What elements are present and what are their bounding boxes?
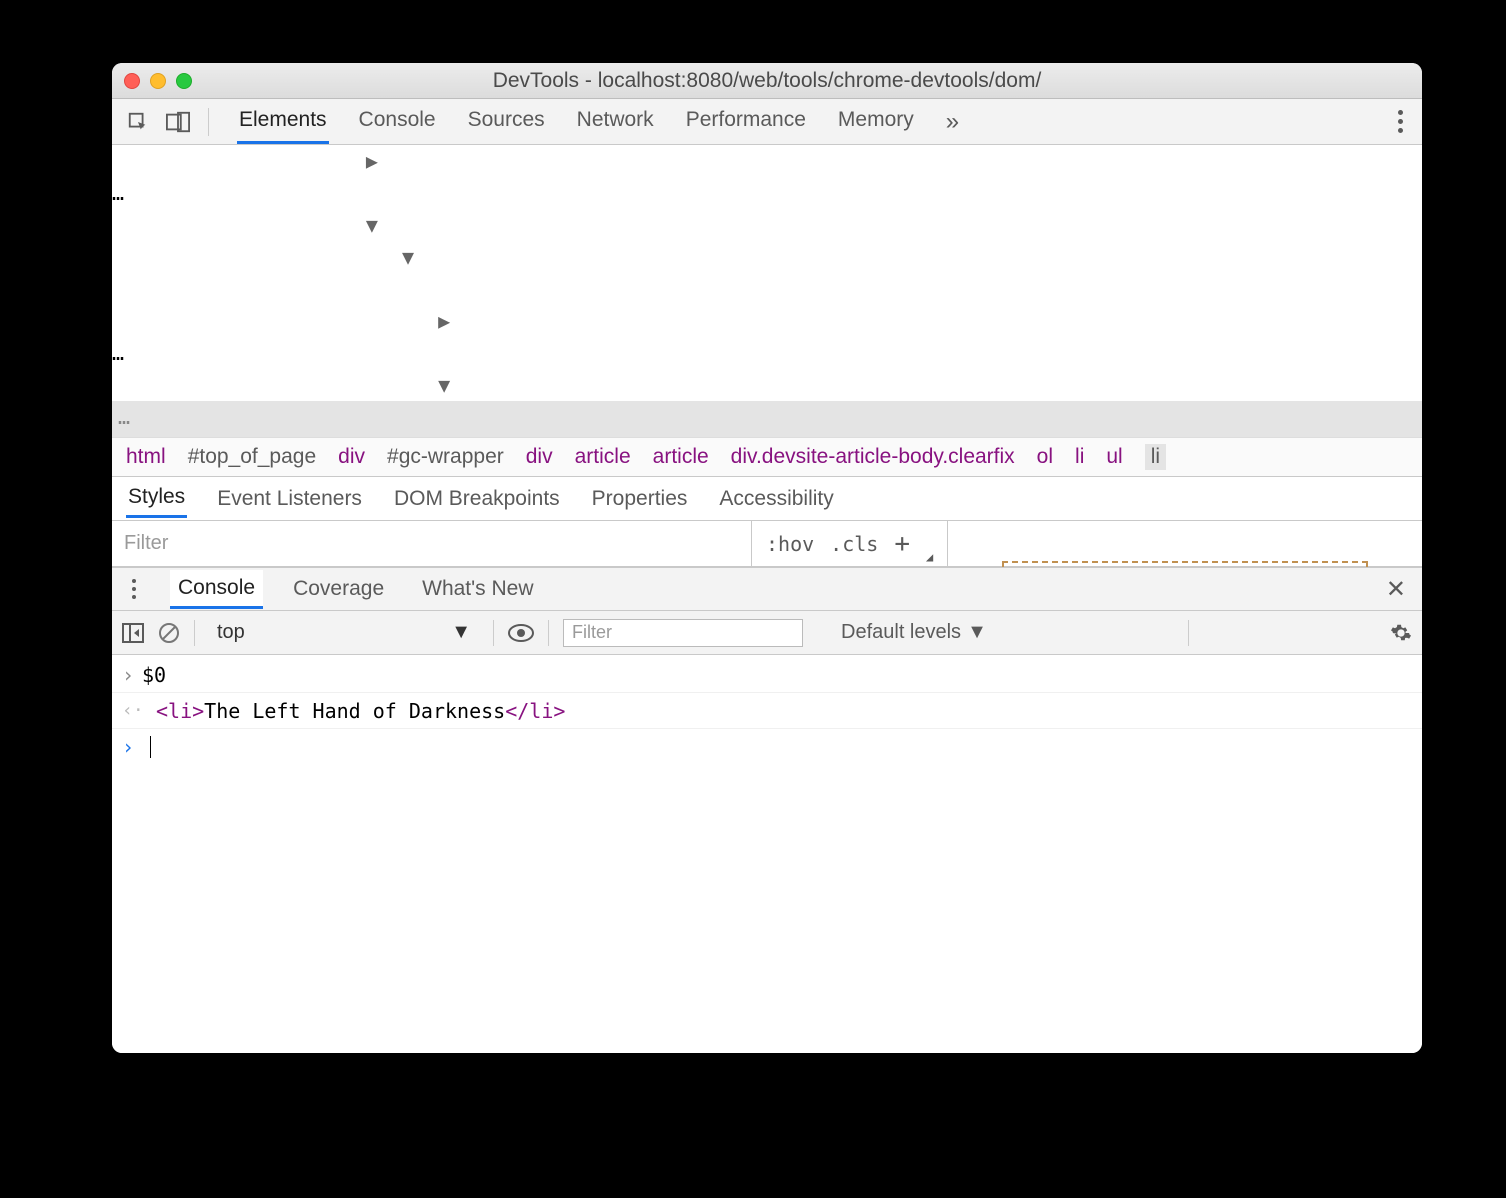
- corner-resize-icon[interactable]: ◢: [926, 550, 933, 564]
- titlebar: DevTools - localhost:8080/web/tools/chro…: [112, 63, 1422, 99]
- inspect-icon[interactable]: [120, 104, 156, 140]
- subtab-event-listeners[interactable]: Event Listeners: [215, 481, 364, 517]
- tab-sources[interactable]: Sources: [466, 100, 547, 144]
- console-input-row: › $0: [112, 657, 1422, 693]
- dom-tree-line[interactable]: ▼: [112, 209, 1422, 241]
- drawer-tab-whatsnew[interactable]: What's New: [414, 571, 541, 607]
- live-expression-icon[interactable]: [508, 624, 534, 642]
- main-toolbar: Elements Console Sources Network Perform…: [112, 99, 1422, 145]
- tab-performance[interactable]: Performance: [684, 100, 808, 144]
- more-menu-icon[interactable]: [1386, 110, 1414, 133]
- drawer-tab-coverage[interactable]: Coverage: [285, 571, 392, 607]
- output-tag-close: </li>: [505, 699, 565, 723]
- separator: [208, 108, 209, 136]
- console-body[interactable]: › $0 ‹· <li>The Left Hand of Darkness</l…: [112, 655, 1422, 1053]
- settings-gear-icon[interactable]: [1390, 622, 1412, 644]
- output-tag-open: <li>: [156, 699, 204, 723]
- dropdown-arrow-icon: ▼: [451, 621, 471, 644]
- console-filter-input[interactable]: [563, 619, 803, 647]
- output-text: The Left Hand of Darkness: [204, 699, 505, 723]
- clear-console-icon[interactable]: [158, 622, 180, 644]
- breadcrumb-item[interactable]: li: [1145, 444, 1166, 470]
- cls-toggle[interactable]: .cls: [830, 532, 878, 556]
- window-title: DevTools - localhost:8080/web/tools/chro…: [112, 69, 1422, 93]
- context-label: top: [217, 621, 245, 644]
- close-drawer-icon[interactable]: ✕: [1386, 575, 1414, 604]
- subtab-styles[interactable]: Styles: [126, 479, 187, 518]
- chevron-right-icon: ›: [122, 663, 142, 687]
- breadcrumb-item[interactable]: ol: [1037, 445, 1053, 469]
- breadcrumb: html #top_of_page div #gc-wrapper div article…: [112, 437, 1422, 477]
- drawer-more-icon[interactable]: [120, 579, 148, 599]
- breadcrumb-item[interactable]: div: [526, 445, 553, 469]
- box-model-preview: [948, 521, 1422, 566]
- breadcrumb-item[interactable]: article: [653, 445, 709, 469]
- drawer-tab-console[interactable]: Console: [170, 570, 263, 609]
- dom-tree-line[interactable]: ▶…: [112, 145, 1422, 209]
- chevron-right-icon: ›: [122, 735, 142, 759]
- console-toolbar: top ▼ Default levels ▼: [112, 611, 1422, 655]
- breadcrumb-item[interactable]: article: [575, 445, 631, 469]
- dom-tree-line[interactable]: ▶…: [112, 305, 1422, 369]
- breadcrumb-item[interactable]: #gc-wrapper: [387, 445, 504, 469]
- dom-tree-line[interactable]: The Left Hand of Darkness == $0: [112, 401, 1422, 437]
- device-toggle-icon[interactable]: [160, 104, 196, 140]
- breadcrumb-item[interactable]: html: [126, 445, 166, 469]
- log-levels-selector[interactable]: Default levels ▼: [841, 621, 987, 644]
- tab-elements[interactable]: Elements: [237, 100, 329, 144]
- styles-filter-input[interactable]: [112, 521, 752, 566]
- console-output-row: ‹· <li>The Left Hand of Darkness</li>: [112, 693, 1422, 729]
- subtab-properties[interactable]: Properties: [590, 481, 690, 517]
- console-sidebar-toggle-icon[interactable]: [122, 623, 144, 643]
- elements-dom-tree[interactable]: ▶… ▼ ▼ ▶… ▼ The Left Hand of Darkness ==…: [112, 145, 1422, 437]
- console-input-echo: $0: [142, 663, 166, 687]
- breadcrumb-item[interactable]: div: [338, 445, 365, 469]
- subtab-accessibility[interactable]: Accessibility: [717, 481, 835, 517]
- drawer-tabs: Console Coverage What's New ✕: [112, 567, 1422, 611]
- main-tabs: Elements Console Sources Network Perform…: [237, 100, 961, 144]
- breadcrumb-item[interactable]: div.devsite-article-body.clearfix: [731, 445, 1015, 469]
- breadcrumb-item[interactable]: li: [1075, 445, 1084, 469]
- dom-tree-line[interactable]: ▼: [112, 241, 1422, 305]
- subtab-dom-breakpoints[interactable]: DOM Breakpoints: [392, 481, 562, 517]
- context-selector[interactable]: top ▼: [209, 619, 479, 646]
- output-arrow-icon: ‹·: [122, 700, 142, 721]
- hov-toggle[interactable]: :hov: [766, 532, 814, 556]
- text-cursor: [150, 736, 151, 758]
- devtools-window: DevTools - localhost:8080/web/tools/chro…: [112, 63, 1422, 1053]
- tab-memory[interactable]: Memory: [836, 100, 916, 144]
- breadcrumb-item[interactable]: #top_of_page: [188, 445, 316, 469]
- styles-toolbar: :hov .cls + ◢: [112, 521, 1422, 567]
- log-levels-label: Default levels: [841, 621, 961, 644]
- breadcrumb-item[interactable]: ul: [1106, 445, 1122, 469]
- tab-network[interactable]: Network: [575, 100, 656, 144]
- tab-console[interactable]: Console: [357, 100, 438, 144]
- dom-tree-line[interactable]: ▼: [112, 369, 1422, 401]
- tab-overflow-icon[interactable]: »: [944, 100, 961, 144]
- dropdown-arrow-icon: ▼: [967, 621, 987, 644]
- styles-subtabs: Styles Event Listeners DOM Breakpoints P…: [112, 477, 1422, 521]
- new-style-rule-icon[interactable]: +: [894, 529, 910, 559]
- console-prompt-row[interactable]: ›: [112, 729, 1422, 765]
